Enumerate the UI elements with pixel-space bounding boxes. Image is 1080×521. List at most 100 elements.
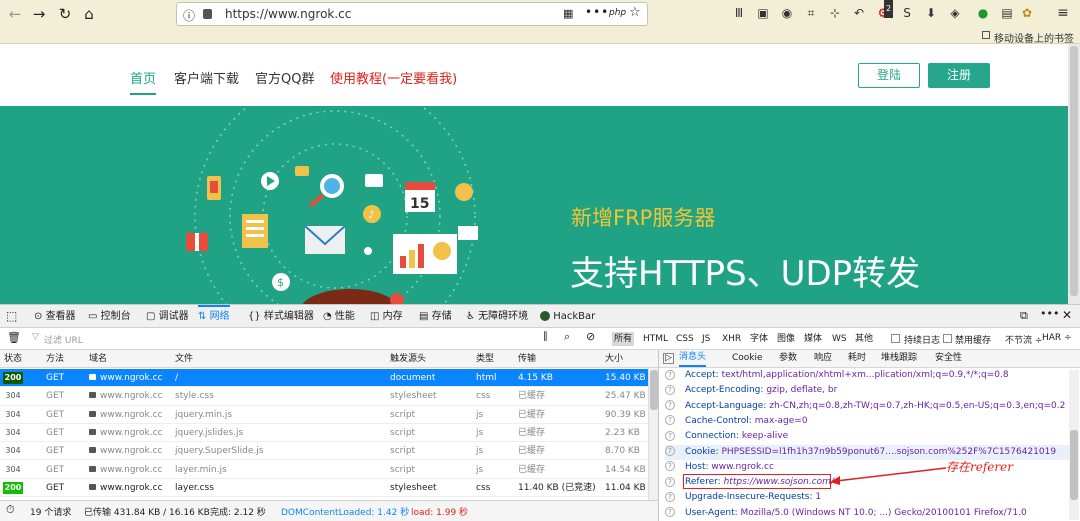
table-row[interactable]: 200 GET www.ngrok.cc / document html 4.1… bbox=[0, 369, 648, 388]
har-select[interactable]: HAR ÷ bbox=[1042, 333, 1072, 343]
tab-stack-trace[interactable]: 堆栈跟踪 bbox=[881, 350, 917, 367]
nav-qq-group[interactable]: 官方QQ群 bbox=[255, 68, 314, 87]
help-icon[interactable]: ? bbox=[665, 491, 675, 502]
page-scrollbar-thumb[interactable] bbox=[1070, 46, 1078, 296]
menu-icon[interactable]: ≡ bbox=[1054, 4, 1072, 22]
back-arrow-icon[interactable]: ← bbox=[4, 4, 26, 24]
pause-icon[interactable]: ∥ bbox=[543, 331, 548, 342]
help-icon[interactable]: ? bbox=[665, 430, 675, 441]
reader-icon[interactable]: ▤ bbox=[998, 4, 1016, 22]
help-icon[interactable]: ? bbox=[665, 400, 675, 411]
tab-performance[interactable]: ◔ 性能 bbox=[323, 305, 355, 328]
throttle-select[interactable]: 不节流 ÷ bbox=[1005, 333, 1042, 346]
pocket-icon[interactable]: ◈ bbox=[946, 4, 964, 22]
tab-style-editor[interactable]: {} 样式编辑器 bbox=[248, 305, 314, 328]
filter-ws[interactable]: WS bbox=[830, 332, 849, 346]
undo-icon[interactable]: ↶ bbox=[850, 4, 868, 22]
filter-html[interactable]: HTML bbox=[641, 332, 670, 346]
request-list-scrollbar[interactable] bbox=[648, 368, 658, 500]
table-row[interactable]: 304 GET www.ngrok.cc layer.min.js script… bbox=[0, 461, 648, 479]
tab-accessibility[interactable]: ♿ 无障碍环境 bbox=[466, 305, 528, 328]
tab-console[interactable]: ▭ 控制台 bbox=[88, 305, 131, 328]
request-list-scrollbar-thumb[interactable] bbox=[650, 370, 658, 410]
col-transfer[interactable]: 传输 bbox=[518, 350, 536, 368]
table-row[interactable]: 304 GET www.ngrok.cc style.css styleshee… bbox=[0, 387, 648, 406]
headers-scrollbar-thumb[interactable] bbox=[1070, 430, 1078, 500]
download-icon[interactable]: ⬇ bbox=[922, 4, 940, 22]
tab-params[interactable]: 参数 bbox=[779, 350, 797, 367]
filter-xhr[interactable]: XHR bbox=[720, 332, 743, 346]
help-icon[interactable]: ? bbox=[665, 369, 675, 380]
tab-hackbar[interactable]: HackBar bbox=[540, 305, 595, 328]
mobile-bookmarks-link[interactable]: 移动设备上的书签 bbox=[994, 30, 1074, 45]
tab-timings[interactable]: 耗时 bbox=[848, 350, 866, 367]
filter-all[interactable]: 所有 bbox=[612, 332, 635, 346]
filter-images[interactable]: 图像 bbox=[775, 332, 797, 346]
col-file[interactable]: 文件 bbox=[175, 350, 193, 368]
help-icon[interactable]: ? bbox=[665, 384, 675, 395]
green-extension-icon[interactable]: ● bbox=[974, 4, 992, 22]
login-button[interactable]: 登陆 bbox=[858, 63, 920, 88]
filter-other[interactable]: 其他 bbox=[853, 332, 875, 346]
table-row[interactable]: 200 GET www.ngrok.cc layer.css styleshee… bbox=[0, 479, 648, 498]
filter-css[interactable]: CSS bbox=[674, 332, 696, 346]
dock-icon[interactable]: ⧉ bbox=[1020, 309, 1028, 323]
tab-headers[interactable]: 消息头 bbox=[679, 350, 707, 367]
nav-tutorial[interactable]: 使用教程(一定要看我) bbox=[330, 68, 457, 87]
extension-badge-icon[interactable]: ⚙ 2 bbox=[874, 0, 894, 22]
col-type[interactable]: 类型 bbox=[476, 350, 494, 368]
col-cause[interactable]: 触发源头 bbox=[390, 350, 426, 368]
help-icon[interactable]: ? bbox=[665, 507, 675, 518]
col-status[interactable]: 状态 bbox=[4, 350, 22, 368]
trash-icon[interactable]: 🗑 bbox=[7, 331, 21, 344]
filter-js[interactable]: JS bbox=[700, 332, 712, 346]
col-size[interactable]: 大小 bbox=[605, 350, 623, 368]
tab-network[interactable]: ⇅ 网络 bbox=[198, 305, 230, 328]
account-icon[interactable]: ◉ bbox=[778, 4, 796, 22]
bookmark-star-icon[interactable]: ☆ bbox=[629, 5, 641, 20]
disable-cache-checkbox[interactable] bbox=[943, 334, 952, 343]
persist-log-checkbox[interactable] bbox=[891, 334, 900, 343]
forward-arrow-icon[interactable]: → bbox=[28, 4, 50, 24]
help-icon[interactable]: ? bbox=[665, 476, 675, 487]
sidebar-icon[interactable]: ▣ bbox=[754, 4, 772, 22]
page-actions-icon[interactable]: ••• bbox=[585, 5, 609, 19]
tab-memory[interactable]: ◫ 内存 bbox=[370, 305, 403, 328]
table-row[interactable]: 304 GET www.ngrok.cc jquery.min.js scrip… bbox=[0, 406, 648, 424]
help-icon[interactable]: ? bbox=[665, 446, 675, 456]
page-info-icon[interactable]: ⓘ bbox=[183, 7, 195, 24]
crop-icon[interactable]: ⊹ bbox=[826, 4, 844, 22]
table-row[interactable]: 304 GET www.ngrok.cc jquery.jslides.js s… bbox=[0, 424, 648, 443]
more-options-icon[interactable]: ••• bbox=[1040, 307, 1059, 320]
col-method[interactable]: 方法 bbox=[46, 350, 64, 368]
url-bar[interactable]: ⓘ https://www.ngrok.cc ▦ ••• php ☆ bbox=[176, 2, 648, 26]
filter-url-input[interactable]: 过滤 URL bbox=[44, 333, 83, 346]
nav-home[interactable]: 首页 bbox=[130, 68, 157, 95]
tab-security[interactable]: 安全性 bbox=[935, 350, 962, 367]
tab-response[interactable]: 响应 bbox=[814, 350, 832, 367]
register-button[interactable]: 注册 bbox=[928, 63, 990, 88]
search-icon[interactable]: ⌕ bbox=[564, 330, 570, 344]
filter-fonts[interactable]: 字体 bbox=[748, 332, 770, 346]
toggle-sidebar-icon[interactable]: ▷ bbox=[663, 353, 674, 364]
url-text[interactable]: https://www.ngrok.cc bbox=[225, 7, 351, 21]
screenshot-icon[interactable]: ⌗ bbox=[802, 4, 820, 22]
table-row[interactable]: 304 GET www.ngrok.cc jquery.SuperSlide.j… bbox=[0, 442, 648, 461]
tab-storage[interactable]: ▤ 存储 bbox=[419, 305, 452, 328]
perf-analysis-icon[interactable]: ⏱ bbox=[6, 503, 15, 517]
tab-inspector[interactable]: ⊙ 查看器 bbox=[34, 305, 76, 328]
block-icon[interactable]: ⊘ bbox=[586, 330, 595, 343]
tab-debugger[interactable]: ▢ 调试器 bbox=[146, 305, 189, 328]
element-picker-icon[interactable]: ⬚ bbox=[6, 309, 17, 323]
headers-scrollbar[interactable] bbox=[1069, 370, 1079, 520]
nav-download[interactable]: 客户端下载 bbox=[174, 68, 239, 87]
filter-media[interactable]: 媒体 bbox=[802, 332, 824, 346]
col-domain[interactable]: 域名 bbox=[89, 350, 107, 368]
s-extension-icon[interactable]: S bbox=[898, 4, 916, 22]
page-scrollbar[interactable] bbox=[1068, 44, 1080, 306]
tab-cookies[interactable]: Cookie bbox=[732, 350, 763, 367]
close-devtools-icon[interactable]: ✕ bbox=[1062, 308, 1072, 322]
qr-code-icon[interactable]: ▦ bbox=[563, 7, 573, 20]
php-action[interactable]: php bbox=[609, 8, 626, 18]
home-icon[interactable]: ⌂ bbox=[78, 4, 100, 24]
